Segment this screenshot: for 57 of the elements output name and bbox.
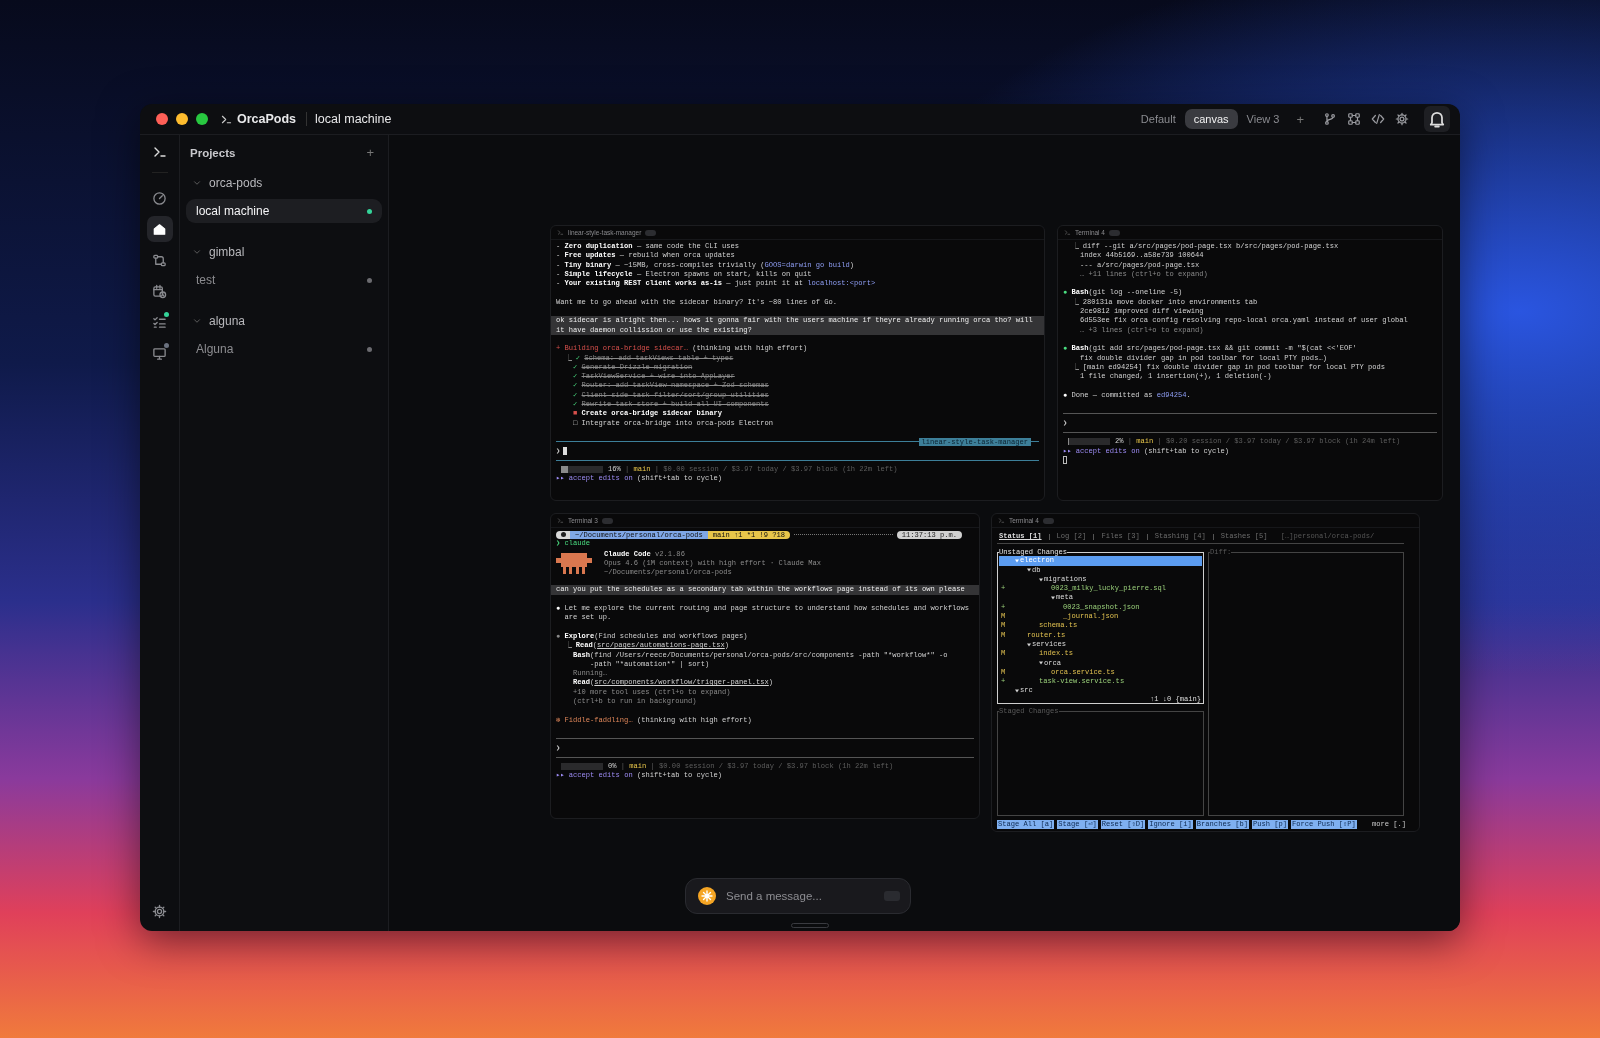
settings-icon[interactable] [152, 904, 167, 919]
caret-icon [1015, 689, 1019, 694]
item-label: local machine [196, 204, 270, 218]
calendar-clock-icon [152, 283, 167, 299]
terminal-icon [557, 517, 564, 524]
item-label: Alguna [196, 342, 234, 356]
add-view-button[interactable]: + [1296, 111, 1304, 127]
project-item[interactable]: local machine [186, 199, 382, 223]
terminal-icon [998, 517, 1005, 524]
project-group[interactable]: orca-pods [209, 176, 263, 190]
checklist-icon [152, 314, 167, 330]
chevron-icon [192, 178, 202, 188]
view-tab[interactable]: View 3 [1237, 109, 1289, 129]
home-icon [152, 221, 167, 237]
caret-icon [1015, 558, 1019, 563]
rail-button[interactable] [146, 216, 173, 242]
minimize-button[interactable] [176, 113, 188, 125]
monitor-icon [152, 345, 167, 361]
context-title: local machine [306, 112, 392, 126]
terminal-icon [557, 229, 564, 236]
mascot-icon [556, 552, 592, 575]
close-button[interactable] [156, 113, 168, 125]
flow-icon [152, 252, 167, 268]
text-cursor [1063, 456, 1067, 465]
resize-handle[interactable] [791, 923, 829, 928]
view-tab[interactable]: Default [1131, 109, 1185, 129]
shortcut-badge [1109, 229, 1120, 236]
chevron-icon [192, 247, 202, 257]
caret-icon [1027, 568, 1031, 573]
caret-icon [1039, 577, 1043, 582]
panel-title: Projects [190, 146, 236, 159]
code-icon[interactable] [1371, 112, 1385, 126]
shortcut-badge [602, 517, 613, 524]
branch-icon[interactable] [1323, 112, 1337, 126]
view-tab[interactable]: canvas [1184, 109, 1238, 129]
nodes-icon[interactable] [1347, 112, 1361, 126]
gauge-icon [152, 190, 167, 206]
message-input[interactable]: Send a message... [724, 889, 876, 903]
caret-icon [1039, 661, 1043, 666]
bell-icon[interactable] [1424, 106, 1450, 132]
project-group[interactable]: gimbal [209, 245, 245, 259]
chevron-icon [192, 316, 202, 326]
caret-icon [1027, 642, 1031, 647]
app-name: OrcaPods [237, 112, 297, 126]
project-item[interactable]: test [186, 268, 382, 292]
message-composer[interactable]: Send a message... [685, 878, 911, 914]
shortcut-badge [1043, 517, 1054, 524]
project-item[interactable]: Alguna [186, 337, 382, 361]
add-project-button[interactable]: + [366, 145, 374, 160]
sparkle-icon [698, 887, 716, 905]
shortcut-badge [645, 229, 657, 236]
project-group[interactable]: alguna [209, 314, 246, 328]
settings-icon[interactable] [1395, 112, 1409, 126]
caret-icon [1051, 596, 1055, 601]
terminal-icon [1064, 229, 1071, 236]
item-label: test [196, 273, 216, 287]
maximize-button[interactable] [196, 113, 208, 125]
